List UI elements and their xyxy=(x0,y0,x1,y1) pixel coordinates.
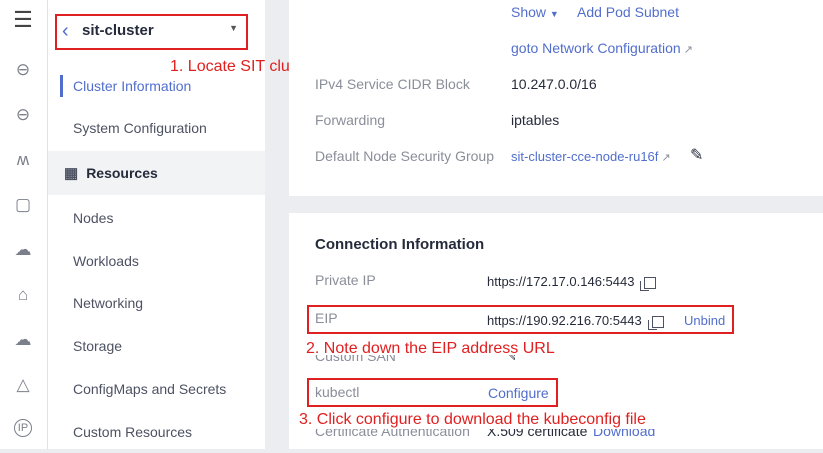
cloud-upload-icon[interactable]: ⌂ xyxy=(8,280,38,310)
sidebar-item-label: Cluster Information xyxy=(73,78,192,94)
ipv4-label: IPv4 Service CIDR Block xyxy=(315,76,470,92)
sidebar-item-configmaps-secrets[interactable]: ConfigMaps and Secrets xyxy=(48,368,265,410)
copy-icon[interactable] xyxy=(647,315,664,330)
sidebar-item-workloads[interactable]: Workloads xyxy=(48,240,265,282)
sidebar-item-label: Resources xyxy=(86,165,158,181)
caret-down-icon[interactable]: ▼ xyxy=(229,23,238,33)
eip-label: EIP xyxy=(315,310,338,326)
network-icon[interactable]: ʍ xyxy=(8,145,38,175)
icon-rail: ☰ ⊖ ⊖ ʍ ▢ ☁ ⌂ ☁ △ IP xyxy=(0,0,48,449)
container-icon[interactable]: ▢ xyxy=(8,190,38,220)
menu-icon[interactable]: ☰ xyxy=(8,5,38,35)
cluster-name: sit-cluster xyxy=(82,22,154,39)
annotation-step3: 3. Click configure to download the kubec… xyxy=(299,411,646,428)
eip-text: https://190.92.216.70:5443 xyxy=(487,313,642,328)
sidebar-item-storage[interactable]: Storage xyxy=(48,325,265,367)
kubectl-label: kubectl xyxy=(315,384,360,400)
show-label: Show xyxy=(511,4,547,20)
copy-icon[interactable] xyxy=(640,276,657,291)
sidebar-item-label: Custom Resources xyxy=(73,424,193,440)
external-link-icon: ↗ xyxy=(680,44,693,56)
sidebar-item-label: Nodes xyxy=(73,210,114,226)
security-group-link[interactable]: sit-cluster-cce-node-ru16f ↗ xyxy=(511,149,671,164)
edit-icon[interactable]: ✎ xyxy=(690,145,703,165)
cluster-selector[interactable]: ‹ sit-cluster ▼ xyxy=(55,14,248,50)
caret-down-icon: ▼ xyxy=(549,9,559,19)
private-ip-text: https://172.17.0.146:5443 xyxy=(487,274,635,289)
annotation-step2: 2. Note down the EIP address URL xyxy=(306,340,555,357)
sidebar-item-label: ConfigMaps and Secrets xyxy=(73,381,227,397)
eip-value: https://190.92.216.70:5443 xyxy=(487,313,664,330)
sidebar-item-label: Storage xyxy=(73,338,123,354)
network-panel xyxy=(289,0,823,196)
grid-icon: ▦ xyxy=(64,165,79,182)
sidebar-section-resources[interactable]: ▦ Resources xyxy=(48,151,265,195)
cloud-icon[interactable]: ☁ xyxy=(8,235,38,265)
sidebar-item-label: Workloads xyxy=(73,253,139,269)
certificate-label: Certificate Authentication xyxy=(315,429,470,439)
back-chevron-icon[interactable]: ‹ xyxy=(62,20,69,43)
sidebar-item-system-configuration[interactable]: System Configuration xyxy=(48,107,265,149)
security-group-value: sit-cluster-cce-node-ru16f xyxy=(511,149,659,164)
show-toggle[interactable]: Show ▼ xyxy=(511,4,559,20)
external-link-icon: ↗ xyxy=(658,152,671,164)
security-group-label: Default Node Security Group xyxy=(315,148,494,164)
download-link[interactable]: Download xyxy=(593,429,655,439)
forwarding-label: Forwarding xyxy=(315,112,386,128)
configure-link[interactable]: Configure xyxy=(488,385,549,401)
sidebar-item-label: Networking xyxy=(73,295,144,311)
database-icon[interactable]: ⊖ xyxy=(8,100,38,130)
triangle-icon[interactable]: △ xyxy=(8,370,38,400)
sidebar-item-label: System Configuration xyxy=(73,120,207,136)
sidebar-item-custom-resources[interactable]: Custom Resources xyxy=(48,411,265,453)
sidebar-item-nodes[interactable]: Nodes xyxy=(48,197,265,239)
ipv4-value: 10.247.0.0/16 xyxy=(511,76,597,92)
forwarding-value: iptables xyxy=(511,112,560,128)
sidebar-item-networking[interactable]: Networking xyxy=(48,282,265,324)
goto-network-config-link[interactable]: goto Network Configuration ↗ xyxy=(511,40,693,56)
cloud-sync-icon[interactable]: ☁ xyxy=(8,325,38,355)
certificate-row-clip: Certificate Authentication X.509 certifi… xyxy=(315,429,675,449)
private-ip-value: https://172.17.0.146:5443 xyxy=(487,274,657,291)
unbind-link[interactable]: Unbind xyxy=(684,313,725,328)
private-ip-label: Private IP xyxy=(315,272,376,288)
add-pod-subnet-link[interactable]: Add Pod Subnet xyxy=(577,4,679,20)
connection-title: Connection Information xyxy=(315,236,485,253)
goto-network-label: goto Network Configuration xyxy=(511,40,681,56)
certificate-value: X.509 certificate xyxy=(487,429,588,439)
ip-icon[interactable]: IP xyxy=(8,413,38,443)
cloud-server-icon[interactable]: ⊖ xyxy=(8,55,38,85)
